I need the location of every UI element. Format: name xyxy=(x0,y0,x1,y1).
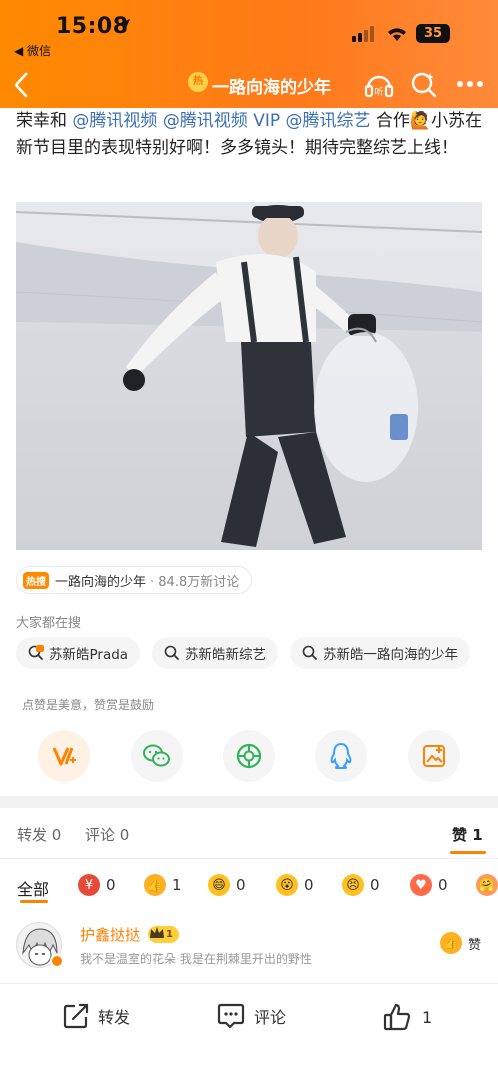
back-chevron-icon[interactable] xyxy=(12,72,30,98)
search-suggestion-label: 苏新皓新综艺 xyxy=(185,647,266,663)
reaction-count: 1 xyxy=(172,876,182,894)
search-suggestion-2[interactable]: 苏新皓新综艺 xyxy=(152,637,278,669)
header-bar: 15:08 ◀ 微信 35 热 一路向海的少年 听 xyxy=(0,0,498,108)
thumbs-up-emoji-icon: 👍 xyxy=(440,932,462,954)
mention-tencent-variety[interactable]: @腾讯综艺 xyxy=(286,111,371,131)
like-button[interactable]: 1 xyxy=(382,1002,432,1032)
comment-icon xyxy=(217,1003,245,1029)
battery-indicator: 35 xyxy=(416,24,450,43)
reaction-count: 0 xyxy=(304,876,314,894)
repost-icon xyxy=(63,1003,89,1029)
topic-stats: · 84.8万新讨论 xyxy=(150,574,240,590)
listen-headphones-icon[interactable]: 听 xyxy=(364,70,394,98)
crown-icon xyxy=(150,927,164,938)
verified-badge-icon xyxy=(50,954,64,968)
reaction-count: 0 xyxy=(438,876,448,894)
reward-button[interactable] xyxy=(38,730,90,782)
repost-label: 转发 xyxy=(98,1008,131,1027)
search-suggestion-3[interactable]: 苏新皓一路向海的少年 xyxy=(290,637,470,669)
search-suggestion-1[interactable]: 苏新皓Prada xyxy=(16,637,141,669)
liker-row[interactable]: 护鑫挞挞 1 我不是温室的花朵 我是在荆棘里开出的野性 👍 赞 xyxy=(16,922,486,974)
topic-name: 一路向海的少年 xyxy=(55,574,147,590)
tab-like-indicator xyxy=(450,851,486,854)
qq-icon xyxy=(330,742,352,769)
reaction-filter-indicator xyxy=(20,900,48,903)
bottom-action-bar: 转发 评论 1 xyxy=(0,983,498,1047)
hug-emoji-icon: 🤗 xyxy=(476,874,498,896)
ai-search-icon[interactable] xyxy=(410,70,438,98)
liker-name[interactable]: 护鑫挞挞 xyxy=(80,924,140,945)
reaction-filter-thumbs-up[interactable]: 👍 1 xyxy=(144,874,182,896)
tab-like[interactable]: 赞 1 xyxy=(452,824,483,845)
tab-comment[interactable]: 评论 0 xyxy=(85,824,129,845)
share-wechat-button[interactable] xyxy=(131,730,183,782)
more-options-icon[interactable] xyxy=(456,80,484,88)
mention-tencent-video-vip[interactable]: @腾讯视频 VIP xyxy=(163,111,280,131)
trending-search-label: 大家都在搜 xyxy=(16,616,82,631)
search-suggestion-label: 苏新皓Prada xyxy=(49,647,129,663)
back-to-app-link[interactable]: ◀ 微信 xyxy=(14,42,51,59)
hot-search-icon xyxy=(28,645,44,660)
post-image[interactable] xyxy=(16,202,482,550)
hot-topic-chip[interactable]: 热搜 一路向海的少年 · 84.8万新讨论 xyxy=(16,566,253,594)
reaction-filter-all[interactable]: 全部 xyxy=(17,876,49,900)
signal-icon xyxy=(352,26,374,42)
surprised-emoji-icon: 😮 xyxy=(276,874,298,896)
reaction-count: 0 xyxy=(370,876,380,894)
save-image-icon xyxy=(423,745,445,767)
moments-icon xyxy=(236,743,262,769)
hot-search-badge: 热搜 xyxy=(23,571,49,589)
comment-button[interactable]: 评论 xyxy=(216,1002,286,1030)
thumbs-up-icon xyxy=(383,1003,411,1031)
sad-emoji-icon: 😣 xyxy=(342,874,364,896)
post-photo-illustration xyxy=(16,202,482,550)
comment-label: 评论 xyxy=(254,1008,287,1027)
mention-tencent-video[interactable]: @腾讯视频 xyxy=(72,111,157,131)
reaction-count: 0 xyxy=(106,876,116,894)
svg-text:听: 听 xyxy=(374,87,383,98)
section-divider xyxy=(0,796,498,808)
money-emoji-icon: ¥ xyxy=(78,874,100,896)
reaction-filter-hug[interactable]: 🤗 xyxy=(476,874,498,896)
share-qq-button[interactable] xyxy=(315,730,367,782)
liker-bio: 我不是温室的花朵 我是在荆棘里开出的野性 xyxy=(80,952,312,966)
post-detail: 荣幸和 @腾讯视频 @腾讯视频 VIP @腾讯综艺 合作🙋小苏在新节目里的表现特… xyxy=(0,108,498,1080)
location-arrow-icon xyxy=(116,19,130,33)
search-suggestion-label: 苏新皓一路向海的少年 xyxy=(323,647,458,663)
tab-repost[interactable]: 转发 0 xyxy=(17,824,61,845)
reaction-count: 0 xyxy=(236,876,246,894)
wifi-icon xyxy=(388,28,406,41)
reaction-filter-laugh[interactable]: 😄 0 xyxy=(208,874,246,896)
reaction-filter-surprised[interactable]: 😮 0 xyxy=(276,874,314,896)
praise-hint-tooltip: 点赞是美意，赞赏是鼓励 xyxy=(22,698,155,712)
repost-button[interactable]: 转发 xyxy=(62,1002,130,1030)
reaction-filter-sad[interactable]: 😣 0 xyxy=(342,874,380,896)
tabs-divider xyxy=(0,858,498,859)
page-title: 一路向海的少年 xyxy=(212,78,331,98)
liker-like-label: 赞 xyxy=(468,937,482,953)
liker-like-button[interactable]: 👍 赞 xyxy=(440,932,481,954)
search-icon xyxy=(164,645,179,660)
heart-emoji-icon: ♥ xyxy=(410,874,432,896)
search-icon xyxy=(302,645,317,660)
hot-topic-badge-icon: 热 xyxy=(188,72,208,92)
thumbs-up-emoji-icon: 👍 xyxy=(144,874,166,896)
laugh-emoji-icon: 😄 xyxy=(208,874,230,896)
like-count: 1 xyxy=(422,1007,433,1027)
post-text-prefix: 荣幸和 xyxy=(16,111,73,131)
reaction-filter-money[interactable]: ¥ 0 xyxy=(78,874,116,896)
save-image-button[interactable] xyxy=(408,730,460,782)
reward-v-icon xyxy=(52,747,76,766)
reaction-filter-heart[interactable]: ♥ 0 xyxy=(410,874,448,896)
post-text: 荣幸和 @腾讯视频 @腾讯视频 VIP @腾讯综艺 合作🙋小苏在新节目里的表现特… xyxy=(16,108,486,162)
wechat-icon xyxy=(143,744,170,767)
share-moments-button[interactable] xyxy=(223,730,275,782)
